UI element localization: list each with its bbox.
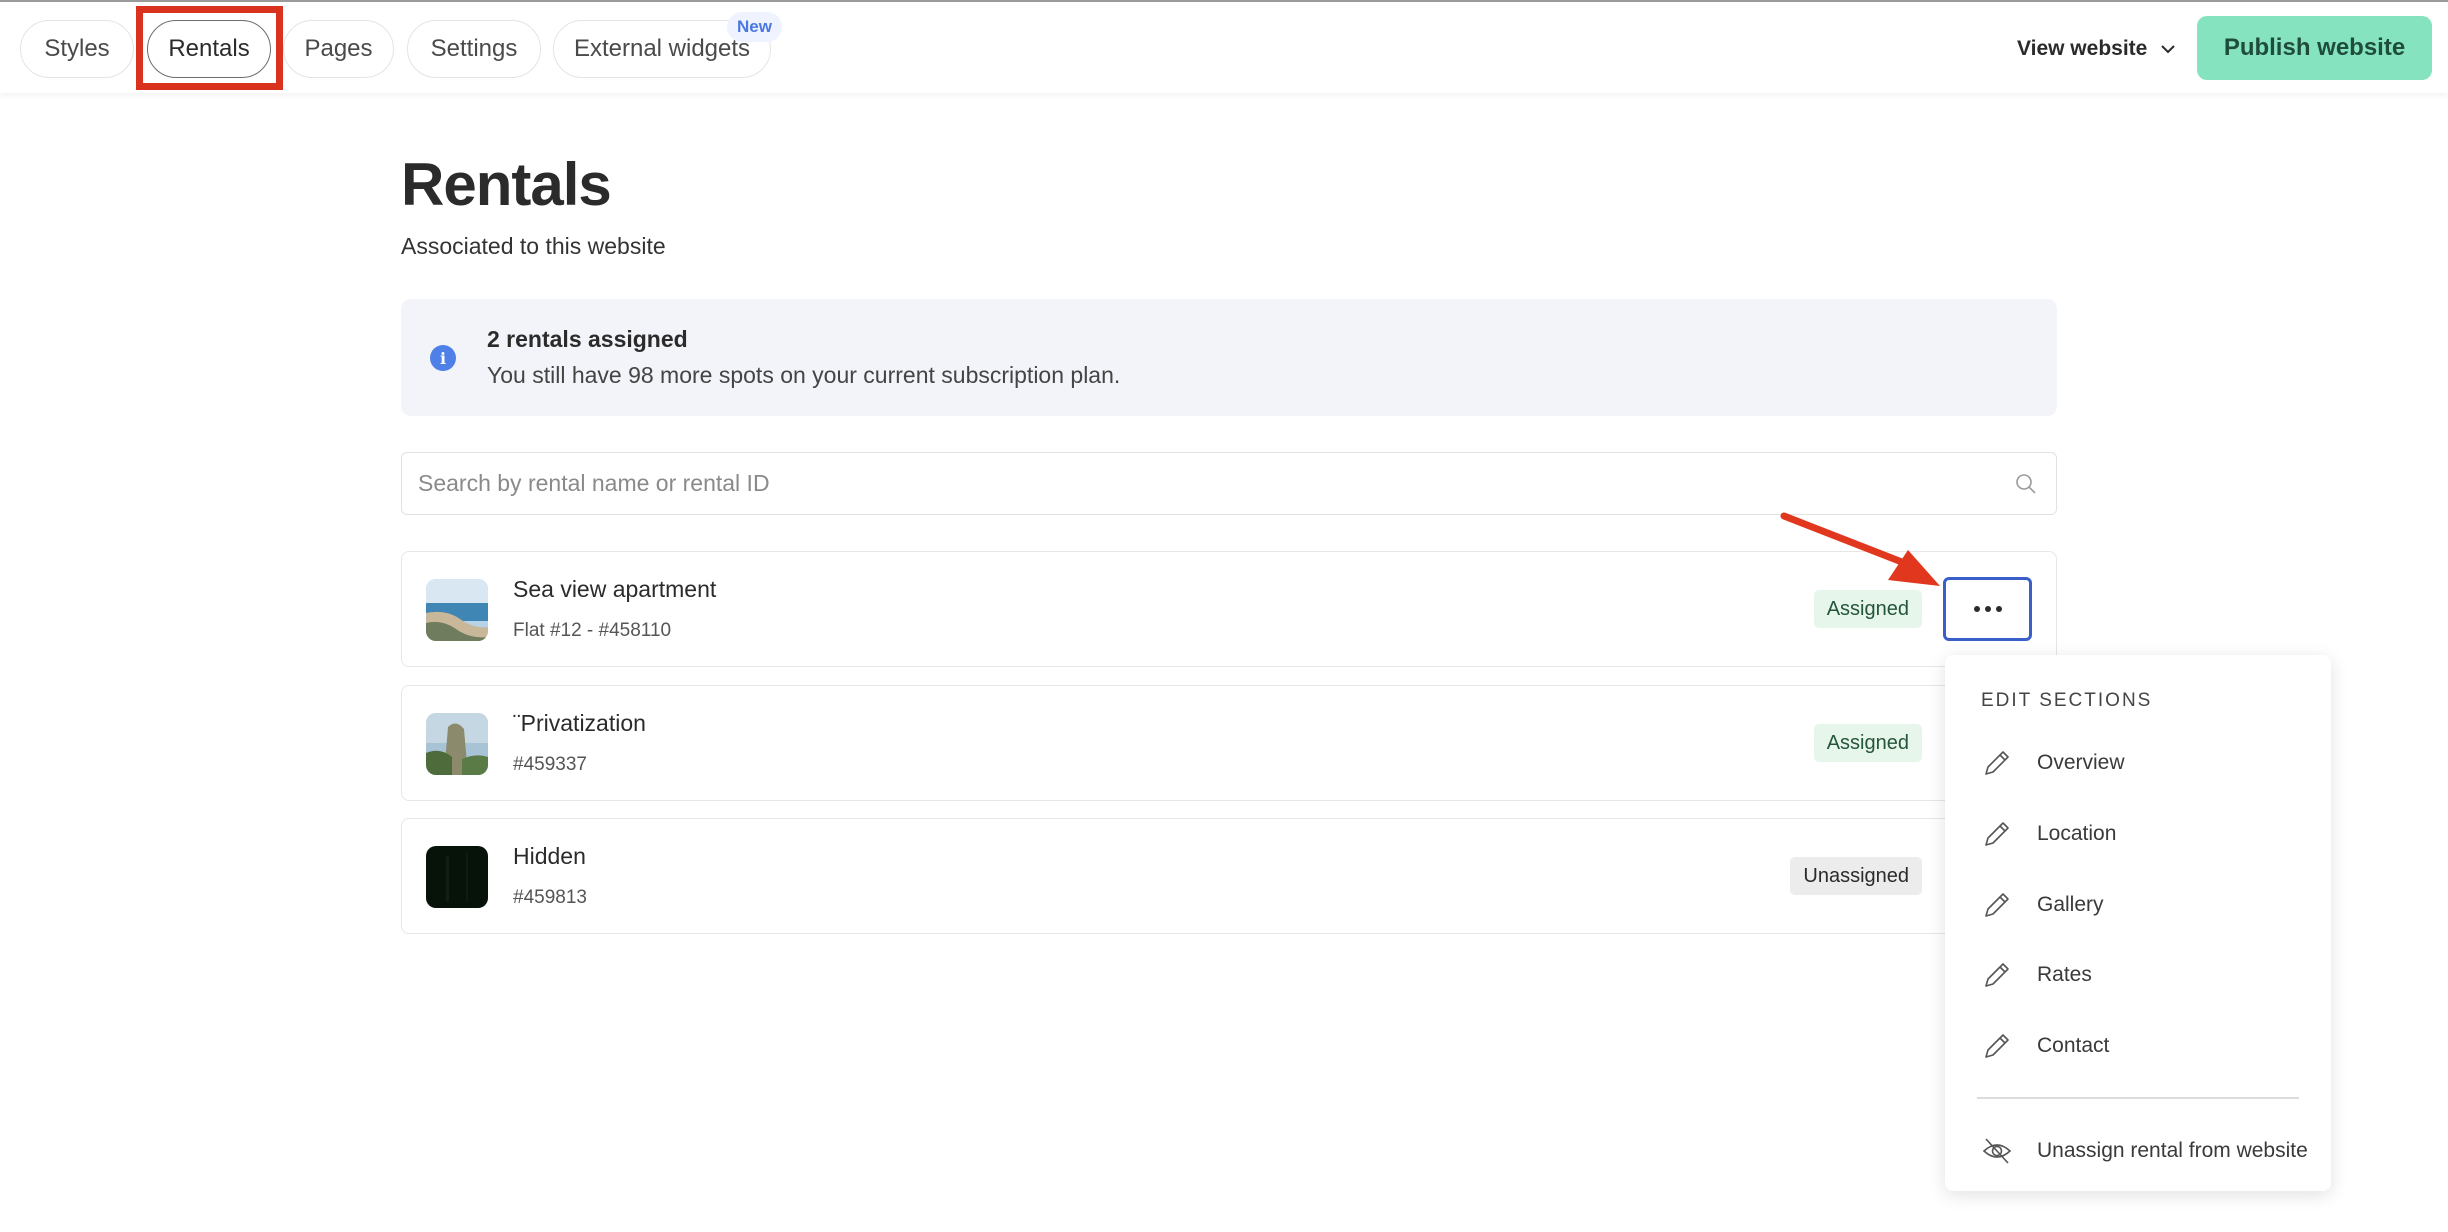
- info-banner: i 2 rentals assigned You still have 98 m…: [401, 299, 2057, 416]
- view-website-label: View website: [2017, 37, 2148, 60]
- tab-styles[interactable]: Styles: [20, 20, 134, 78]
- info-text: You still have 98 more spots on your cur…: [487, 362, 1121, 388]
- menu-divider: [1977, 1097, 2299, 1099]
- rental-thumbnail: [426, 713, 488, 775]
- menu-item-unassign[interactable]: Unassign rental from website: [1981, 1129, 2321, 1173]
- rental-name: Sea view apartment: [513, 576, 717, 602]
- page-title: Rentals: [401, 151, 612, 218]
- menu-item-location[interactable]: Location: [1981, 812, 2311, 856]
- search-input[interactable]: [418, 453, 1978, 513]
- rental-thumbnail: [426, 846, 488, 908]
- chevron-down-icon: [2161, 45, 2176, 54]
- search-icon[interactable]: [2014, 472, 2038, 496]
- rental-row[interactable]: ¨Privatization #459337 Assigned: [401, 685, 2057, 801]
- pencil-icon: [1985, 822, 2009, 846]
- new-badge: New: [727, 12, 782, 42]
- menu-item-overview[interactable]: Overview: [1981, 741, 2311, 785]
- status-badge: Assigned: [1813, 724, 1922, 762]
- rental-id: #459813: [513, 887, 587, 908]
- ellipsis-icon: [1973, 606, 1980, 612]
- pencil-icon: [1985, 963, 2009, 987]
- tab-pages[interactable]: Pages: [283, 20, 394, 78]
- top-nav-bar: Styles Rentals Pages Settings External w…: [0, 0, 2448, 93]
- status-badge: Unassigned: [1790, 857, 1922, 895]
- menu-item-label: Contact: [2037, 1034, 2110, 1057]
- rental-thumbnail: [426, 579, 488, 641]
- rental-name: ¨Privatization: [513, 710, 646, 736]
- info-icon: i: [430, 345, 456, 371]
- view-website-dropdown[interactable]: View website: [2017, 30, 2177, 68]
- rental-row[interactable]: Hidden #459813 Unassigned: [401, 818, 2057, 934]
- eye-off-icon: [1982, 1138, 2012, 1164]
- menu-item-label: Rates: [2037, 963, 2092, 986]
- rental-actions-menu: EDIT SECTIONS Overview Location Gallery …: [1945, 655, 2331, 1191]
- menu-item-contact[interactable]: Contact: [1981, 1024, 2311, 1068]
- menu-item-label: Gallery: [2037, 893, 2104, 916]
- pencil-icon: [1985, 1034, 2009, 1058]
- pencil-icon: [1985, 751, 2009, 775]
- publish-website-button[interactable]: Publish website: [2197, 16, 2432, 80]
- pencil-icon: [1985, 893, 2009, 917]
- rental-id: #459337: [513, 754, 587, 775]
- rental-name: Hidden: [513, 843, 586, 869]
- rental-id: Flat #12 - #458110: [513, 620, 672, 641]
- menu-item-rates[interactable]: Rates: [1981, 953, 2311, 997]
- menu-heading: EDIT SECTIONS: [1981, 690, 2153, 711]
- annotation-arrow-icon: [1780, 512, 1940, 586]
- page-subtitle: Associated to this website: [401, 233, 666, 259]
- tab-settings[interactable]: Settings: [407, 20, 541, 78]
- info-title: 2 rentals assigned: [487, 326, 688, 352]
- status-badge: Assigned: [1813, 590, 1922, 628]
- search-box: [401, 452, 2057, 515]
- menu-item-label: Location: [2037, 822, 2117, 845]
- rentals-tab-highlight: [136, 6, 283, 90]
- menu-item-label: Overview: [2037, 751, 2125, 774]
- menu-item-gallery[interactable]: Gallery: [1981, 883, 2311, 927]
- menu-item-label: Unassign rental from website: [2037, 1139, 2308, 1162]
